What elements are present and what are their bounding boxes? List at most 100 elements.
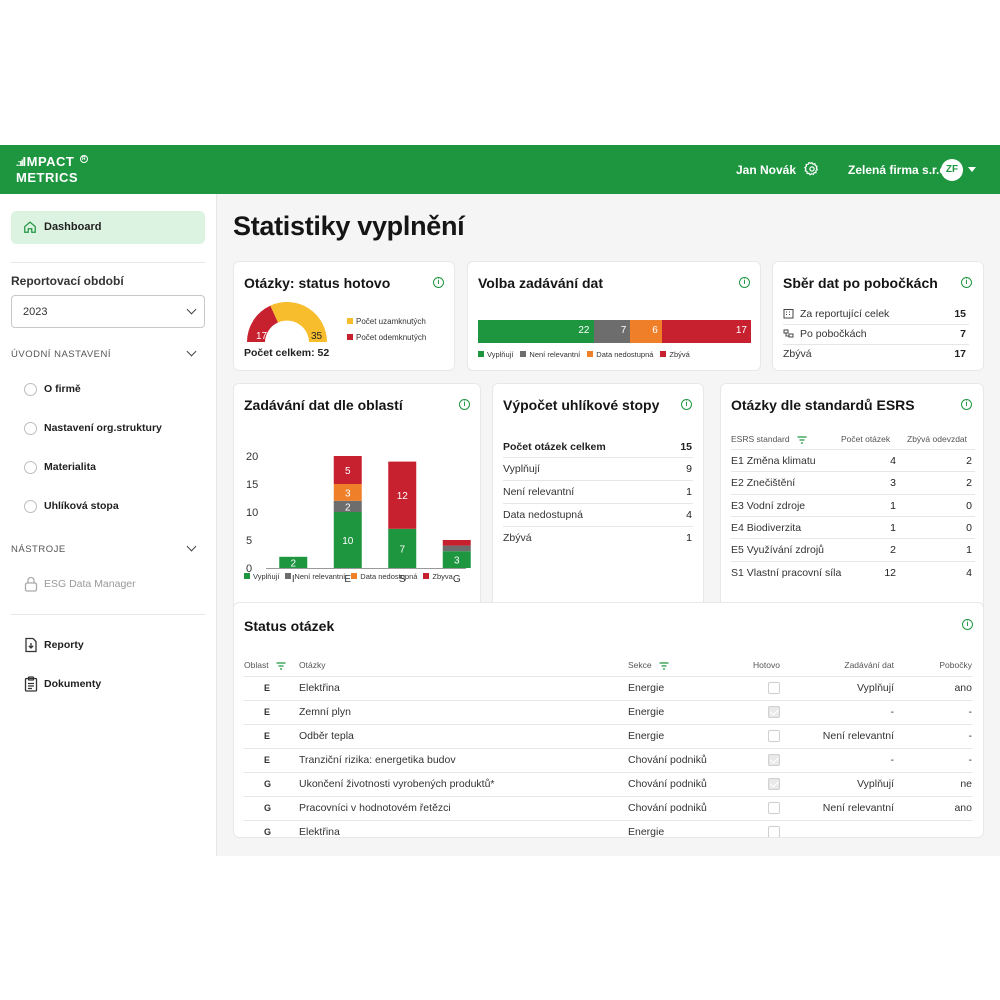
esrs-row-left: 4 xyxy=(966,566,972,579)
legend-item: Vyplňují xyxy=(244,572,279,581)
branches-row-label: Za reportující celek xyxy=(800,308,890,320)
radio-circle xyxy=(24,383,37,396)
stacked-bar-segment[interactable]: 17 xyxy=(661,320,751,343)
table-row[interactable]: G Pracovníci v hodnotovém řetězci Chování … xyxy=(234,797,983,820)
row-input: Není relevantní xyxy=(822,802,894,814)
status-col-area[interactable]: Oblast xyxy=(244,660,286,670)
info-icon[interactable]: i xyxy=(961,399,972,410)
info-icon[interactable]: i xyxy=(739,277,750,288)
row-branches: - xyxy=(968,706,973,718)
period-label: Reportovací období xyxy=(11,274,124,288)
bar-segment[interactable] xyxy=(442,545,471,552)
y-tick-label: 10 xyxy=(246,507,258,519)
chevron-down-icon[interactable] xyxy=(186,541,197,552)
period-select[interactable]: 2023 xyxy=(11,295,205,328)
row-question: Elektřina xyxy=(299,826,340,838)
home-icon xyxy=(24,221,36,233)
table-row[interactable]: G Ukončení životnosti vyrobených produktů… xyxy=(234,773,983,796)
esrs-row-name: E1 Změna klimatu xyxy=(731,455,816,467)
total-value: 52 xyxy=(317,347,330,359)
area-chart-legend: Vyplňují Není relevantní Data nedostupná Zb… xyxy=(244,572,459,581)
impact-metrics-logo[interactable]: .:ılIMPACT METRICS R xyxy=(16,155,88,184)
sidebar-item-label: Nastavení org.struktury xyxy=(44,422,162,434)
bar-value-label: 3 xyxy=(454,556,460,567)
stacked-bar-segment[interactable]: 6 xyxy=(630,320,662,343)
info-icon[interactable]: i xyxy=(433,277,444,288)
stacked-bar-segment[interactable]: 7 xyxy=(593,320,631,343)
top-bar: .:ılIMPACT METRICS R Jan Novák Zelená fi… xyxy=(0,145,1000,194)
sidebar-item-label: Reporty xyxy=(44,639,84,651)
esrs-col-standard[interactable]: ESRS standard xyxy=(731,434,807,444)
column-label: ESRS standard xyxy=(731,434,790,444)
legend-swatch xyxy=(423,573,430,579)
row-question: Pracovníci v hodnotovém řetězci xyxy=(299,802,451,814)
esrs-row-count: 3 xyxy=(890,477,896,490)
divider xyxy=(11,614,205,615)
carbon-row-value: 1 xyxy=(686,486,692,498)
carbon-row-value: 9 xyxy=(686,463,692,475)
status-col-section[interactable]: Sekce xyxy=(628,660,669,670)
status-col-question: Otázky xyxy=(299,660,326,670)
info-icon[interactable]: i xyxy=(459,399,470,410)
sidebar-item-label: Materialita xyxy=(44,461,96,473)
sidebar-item-label: Dashboard xyxy=(44,221,102,233)
carbon-row-label: Není relevantní xyxy=(503,486,575,498)
chevron-down-icon[interactable] xyxy=(186,346,197,357)
bar-segment[interactable] xyxy=(442,540,471,546)
row-section: Chování podniků xyxy=(628,754,707,766)
status-col-input: Zadávání dat xyxy=(844,660,894,670)
filter-icon[interactable] xyxy=(659,662,669,670)
row-question: Zemní plyn xyxy=(299,706,351,718)
table-row[interactable]: E Zemní plyn Energie - - xyxy=(234,701,983,724)
sidebar-item-dashboard[interactable]: Dashboard xyxy=(11,211,205,244)
row-question: Tranziční rizika: energetika budov xyxy=(299,754,456,766)
table-row[interactable]: E Tranziční rizika: energetika budov Chová… xyxy=(234,749,983,772)
radio-circle xyxy=(24,500,37,513)
status-col-done: Hotovo xyxy=(753,660,780,670)
bar-value-label: 3 xyxy=(345,488,351,499)
row-section: Energie xyxy=(628,730,665,742)
row-area: E xyxy=(264,731,271,741)
avatar[interactable]: ZF xyxy=(941,159,963,181)
chevron-down-icon xyxy=(186,304,197,315)
y-tick-label: 20 xyxy=(246,451,258,463)
area-bar-chart: 20151050 2I10235E712S3G xyxy=(246,451,471,585)
card-title: Otázky: status hotovo xyxy=(244,275,391,291)
divider xyxy=(503,457,693,458)
segment-value: 7 xyxy=(620,325,627,336)
carbon-total-label: Počet otázek celkem xyxy=(503,441,606,453)
row-section: Chování podniků xyxy=(628,802,707,814)
user-name[interactable]: Jan Novák xyxy=(736,163,796,177)
legend-item: Není relevantní xyxy=(285,572,345,581)
sidebar-item-label: Uhlíková stopa xyxy=(44,500,119,512)
filter-icon[interactable] xyxy=(276,662,286,670)
card-status-done: Otázky: status hotovo i 17 35 Počet uzam… xyxy=(233,261,455,371)
done-checkbox[interactable] xyxy=(768,826,780,837)
divider xyxy=(503,503,693,504)
total-label: Počet celkem: xyxy=(244,347,315,359)
branches-row-label: Po pobočkách xyxy=(800,328,867,340)
legend-item: Zbyva xyxy=(423,572,453,581)
table-row[interactable]: E Odběr tepla Energie Není relevantní - xyxy=(234,725,983,748)
info-icon[interactable]: i xyxy=(962,619,973,630)
card-branches: Sběr dat po pobočkách i Za reportující c… xyxy=(772,261,984,371)
info-icon[interactable]: i xyxy=(681,399,692,410)
gear-icon[interactable] xyxy=(804,161,820,177)
chevron-down-icon[interactable] xyxy=(968,167,976,172)
legend-swatch xyxy=(351,573,358,579)
divider xyxy=(731,515,975,517)
donut-locked-label: 35 xyxy=(311,331,323,342)
stacked-bar-segment[interactable]: 22 xyxy=(478,320,594,343)
info-icon[interactable]: i xyxy=(961,277,972,288)
legend-item: Vyplňují xyxy=(478,350,513,359)
table-row[interactable]: G Elektřina Energie xyxy=(234,821,983,838)
branches-row-value: 7 xyxy=(960,328,966,340)
row-input: Vyplňují xyxy=(857,682,894,694)
carbon-row-label: Data nedostupná xyxy=(503,509,583,521)
company-name[interactable]: Zelená firma s.r.o. xyxy=(848,163,950,177)
legend-swatch xyxy=(520,351,527,357)
table-row[interactable]: E Elektřina Energie Vyplňují ano xyxy=(234,677,983,700)
filter-icon[interactable] xyxy=(797,436,807,444)
legend-label: Zbývá xyxy=(669,350,690,359)
row-input: Vyplňují xyxy=(857,778,894,790)
